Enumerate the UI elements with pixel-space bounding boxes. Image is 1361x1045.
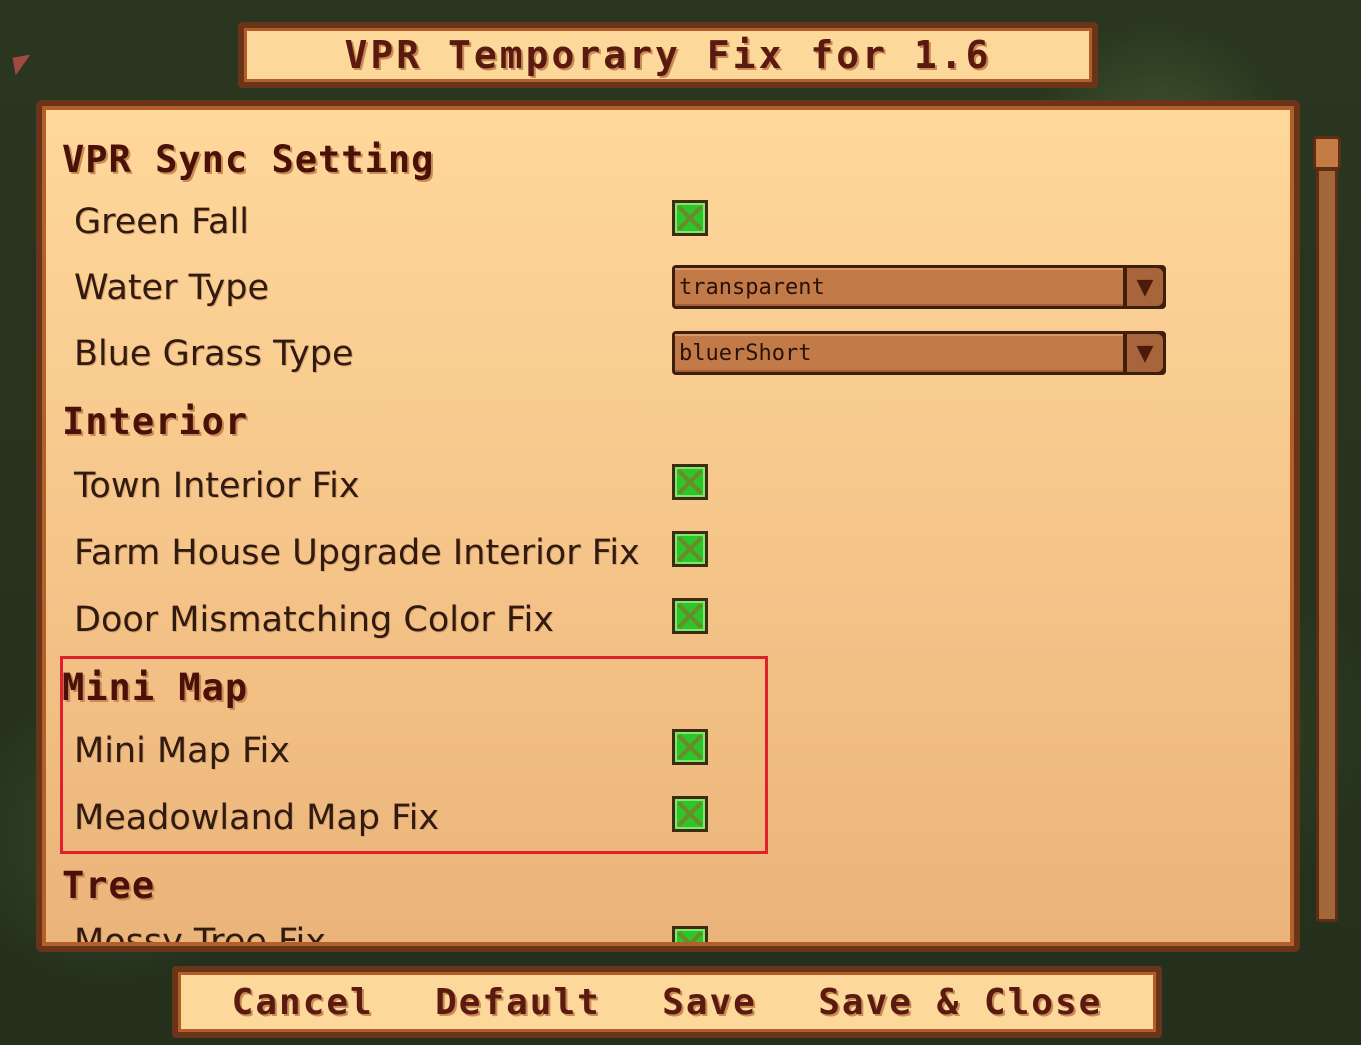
setting-label-town-interior-fix: Town Interior Fix	[74, 466, 360, 506]
button-bar: Cancel Default Save Save & Close	[172, 966, 1162, 1038]
window-title: VPR Temporary Fix for 1.6	[344, 33, 992, 77]
check-x-icon	[675, 534, 705, 564]
setting-label-meadowland-map-fix: Meadowland Map Fix	[74, 798, 440, 838]
cancel-button[interactable]: Cancel	[232, 982, 374, 1023]
meadowland-map-fix-checkbox[interactable]	[672, 796, 708, 832]
blue-grass-type-value: bluerShort	[675, 334, 1123, 372]
setting-label-blue-grass-type: Blue Grass Type	[74, 334, 354, 374]
check-x-icon	[675, 467, 705, 497]
water-type-value: transparent	[675, 268, 1123, 306]
setting-label-mini-map-fix: Mini Map Fix	[74, 731, 290, 771]
section-header-interior: Interior	[62, 400, 249, 443]
check-x-icon	[675, 799, 705, 829]
section-header-tree: Tree	[62, 864, 156, 907]
mossy-tree-fix-checkbox[interactable]	[672, 926, 708, 942]
section-header-vpr-sync: VPR Sync Setting	[62, 138, 435, 181]
town-interior-fix-checkbox[interactable]	[672, 464, 708, 500]
chevron-down-icon[interactable]: ▼	[1127, 334, 1163, 372]
door-mismatching-color-fix-checkbox[interactable]	[672, 598, 708, 634]
chevron-down-icon[interactable]: ▼	[1127, 268, 1163, 306]
settings-panel: VPR Sync Setting Green Fall Water Type t…	[36, 100, 1300, 952]
setting-label-mossy-tree-fix: Mossy Tree Fix	[74, 922, 326, 946]
farm-house-upgrade-interior-fix-checkbox[interactable]	[672, 531, 708, 567]
setting-label-water-type: Water Type	[74, 268, 269, 308]
save-button[interactable]: Save	[662, 982, 757, 1023]
check-x-icon	[675, 203, 705, 233]
setting-label-green-fall: Green Fall	[74, 202, 249, 242]
check-x-icon	[675, 601, 705, 631]
mini-map-fix-checkbox[interactable]	[672, 729, 708, 765]
title-banner: VPR Temporary Fix for 1.6	[238, 22, 1098, 88]
default-button[interactable]: Default	[435, 982, 601, 1023]
settings-list[interactable]: VPR Sync Setting Green Fall Water Type t…	[42, 106, 1294, 946]
check-x-icon	[675, 929, 705, 942]
scroll-thumb[interactable]	[1313, 136, 1341, 170]
blue-grass-type-dropdown[interactable]: bluerShort ▼	[672, 331, 1166, 375]
setting-label-door-mismatching-color-fix: Door Mismatching Color Fix	[74, 600, 554, 640]
check-x-icon	[675, 732, 705, 762]
water-type-dropdown[interactable]: transparent ▼	[672, 265, 1166, 309]
green-fall-checkbox[interactable]	[672, 200, 708, 236]
setting-label-farm-house-upgrade-interior-fix: Farm House Upgrade Interior Fix	[74, 533, 640, 573]
save-close-button[interactable]: Save & Close	[818, 982, 1102, 1023]
section-header-mini-map: Mini Map	[62, 666, 249, 709]
mouse-cursor-icon	[12, 54, 34, 76]
scrollbar-track[interactable]	[1316, 168, 1338, 922]
